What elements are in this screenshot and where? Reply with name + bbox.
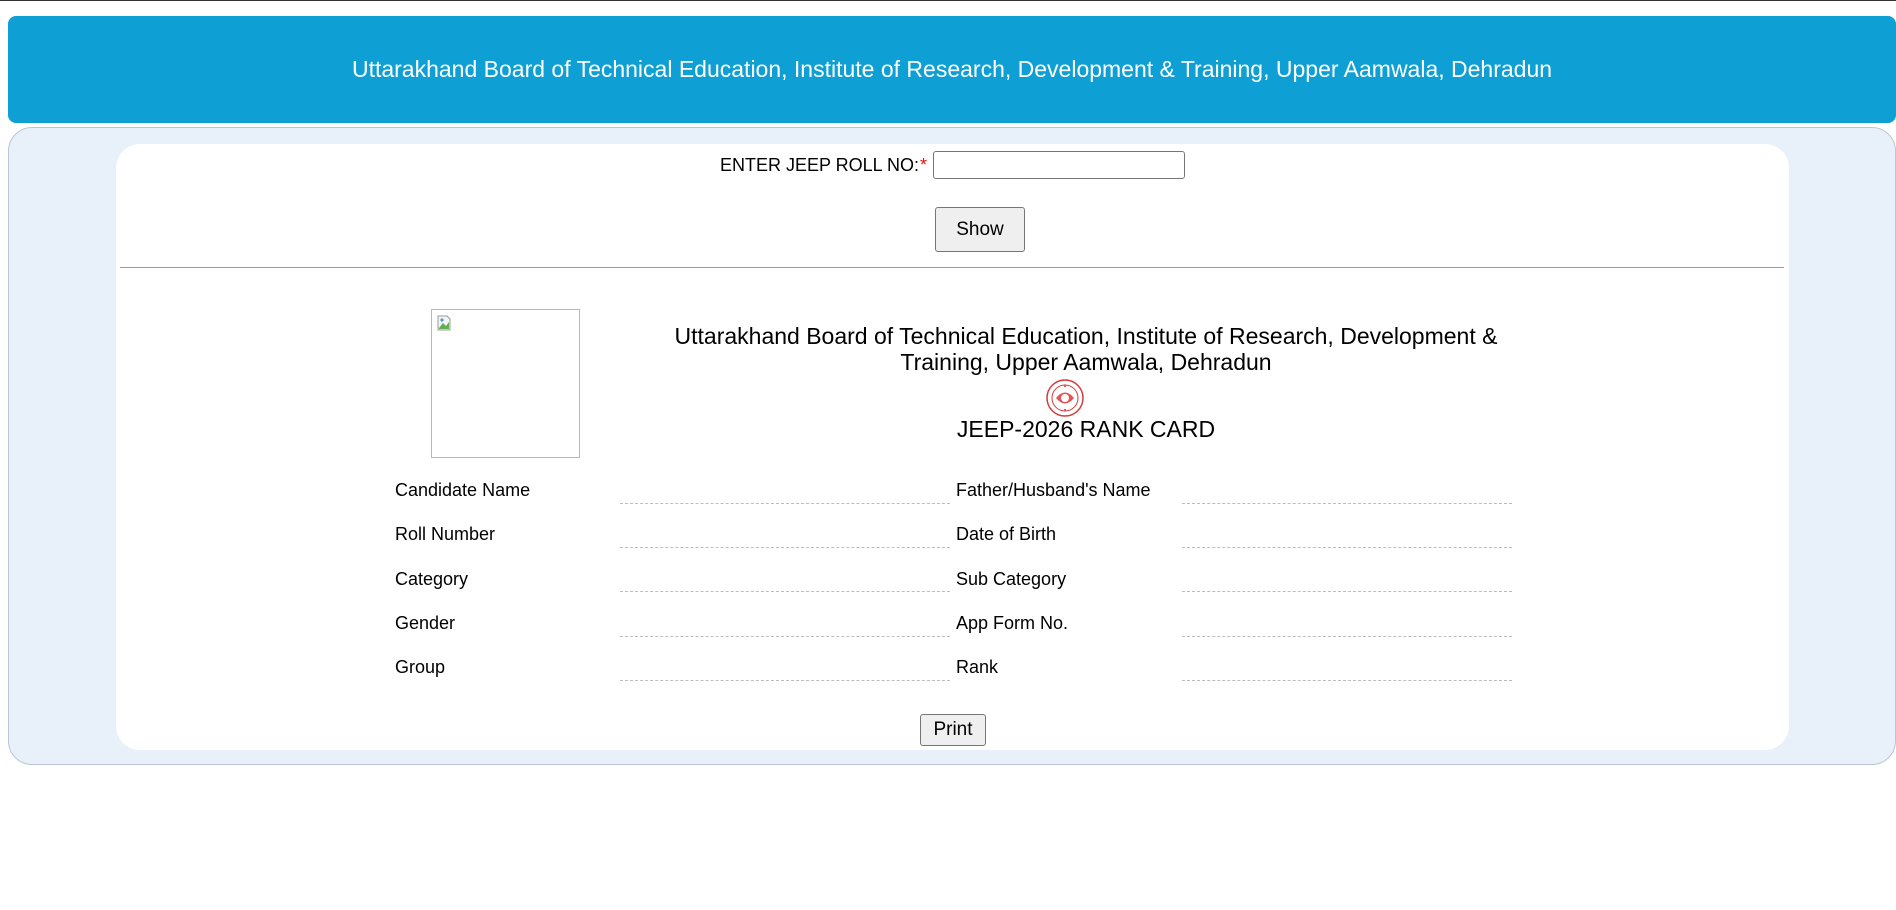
candidate-name-label: Candidate Name — [395, 480, 531, 500]
category-label: Category — [395, 569, 469, 589]
top-border-line — [0, 0, 1896, 1]
app-form-no-value — [1182, 622, 1512, 637]
card-board-title: Uttarakhand Board of Technical Education… — [674, 323, 1498, 375]
group-label: Group — [395, 657, 446, 677]
page-header: Uttarakhand Board of Technical Education… — [8, 16, 1896, 123]
section-divider — [120, 267, 1784, 268]
header-title: Uttarakhand Board of Technical Education… — [351, 56, 1553, 82]
print-button[interactable]: Print — [920, 714, 986, 746]
required-marker: * — [920, 154, 928, 175]
sub-category-label: Sub Category — [956, 569, 1067, 589]
roll-number-field-label: Roll Number — [395, 524, 496, 544]
show-button[interactable]: Show — [935, 207, 1025, 252]
gender-label: Gender — [395, 613, 456, 633]
roll-number-form: ENTER JEEP ROLL NO:* — [116, 148, 1789, 182]
broken-image-icon — [437, 315, 451, 331]
roll-number-label: ENTER JEEP ROLL NO:* — [720, 155, 927, 176]
roll-number-label-text: ENTER JEEP ROLL NO: — [719, 154, 920, 175]
app-form-no-label: App Form No. — [956, 613, 1069, 633]
gender-value — [620, 622, 950, 637]
roll-number-input[interactable] — [933, 151, 1186, 179]
category-value — [620, 577, 950, 592]
father-name-label: Father/Husband's Name — [956, 480, 1151, 500]
dob-label: Date of Birth — [956, 524, 1057, 544]
dob-value — [1182, 533, 1512, 548]
group-value — [620, 666, 950, 681]
rank-card-heading: JEEP-2026 RANK CARD — [956, 416, 1216, 442]
rank-label: Rank — [956, 657, 999, 677]
rank-value — [1182, 666, 1512, 681]
board-emblem-icon — [1046, 379, 1084, 417]
sub-category-value — [1182, 577, 1512, 592]
rank-card-container: ENTER JEEP ROLL NO:* Show Uttarakhand Bo… — [116, 144, 1789, 750]
roll-number-value — [620, 533, 950, 548]
candidate-name-value — [620, 489, 950, 504]
candidate-photo — [431, 309, 580, 458]
father-name-value — [1182, 489, 1512, 504]
